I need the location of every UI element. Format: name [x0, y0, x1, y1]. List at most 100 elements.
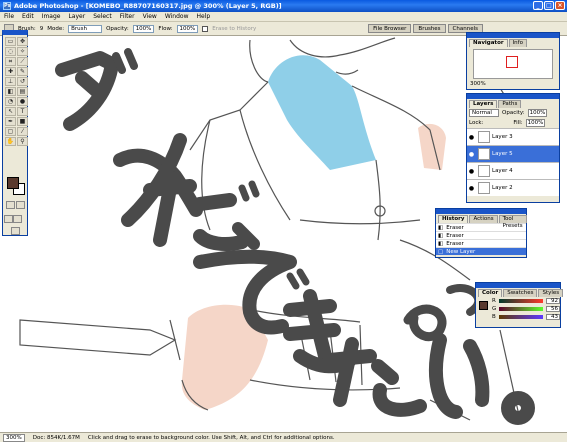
layer-name: Layer 2: [492, 185, 513, 191]
foreground-color-swatch[interactable]: [7, 177, 19, 189]
menu-select[interactable]: Select: [93, 13, 112, 20]
menu-image[interactable]: Image: [42, 13, 61, 20]
type-tool-icon[interactable]: T: [17, 107, 28, 116]
menu-window[interactable]: Window: [165, 13, 189, 20]
layers-panel: Layers Paths Normal Opacity: 100% Lock: …: [466, 93, 560, 203]
brush-tool-icon[interactable]: ✎: [17, 67, 28, 76]
red-slider[interactable]: R 92: [476, 297, 560, 305]
menu-layer[interactable]: Layer: [68, 13, 85, 20]
maximize-button[interactable]: □: [544, 1, 554, 10]
history-step[interactable]: ◧ Eraser: [436, 239, 526, 247]
eye-icon[interactable]: ●: [467, 134, 476, 141]
flow-field[interactable]: 100%: [176, 24, 199, 33]
layers-tabs: Layers Paths: [467, 99, 559, 108]
eye-icon[interactable]: ●: [467, 168, 476, 175]
tab-styles[interactable]: Styles: [538, 289, 564, 297]
blue-slider[interactable]: B 43: [476, 313, 560, 321]
status-zoom[interactable]: 300%: [3, 433, 25, 442]
move-tool-icon[interactable]: ✥: [17, 37, 28, 46]
navigator-panel: Navigator Info 300%: [466, 32, 560, 90]
green-slider[interactable]: G 56: [476, 305, 560, 313]
photoshop-icon: Ps: [3, 2, 11, 10]
fill-field[interactable]: 100%: [525, 119, 546, 127]
pen-tool-icon[interactable]: ✒: [5, 117, 16, 126]
layer-row[interactable]: ● Layer 2: [467, 179, 559, 196]
shape-tool-icon[interactable]: ■: [17, 117, 28, 126]
jump-to-imageready-icon[interactable]: [11, 227, 20, 235]
hand-tool-icon[interactable]: ✋: [5, 137, 16, 146]
tab-history[interactable]: History: [438, 215, 469, 223]
quick-mask-icon[interactable]: [16, 201, 25, 209]
navigator-zoom[interactable]: 300%: [467, 81, 559, 87]
layer-name: Layer 5: [492, 151, 513, 157]
layer-name: Layer 3: [492, 134, 513, 140]
color-fg-swatch[interactable]: [479, 301, 488, 310]
magic-wand-tool-icon[interactable]: ✧: [17, 47, 28, 56]
eraser-icon: ◧: [438, 240, 444, 247]
layer-name: Layer 4: [492, 168, 513, 174]
layer-thumbnail: [478, 165, 490, 177]
tab-tool-presets[interactable]: Tool Presets: [498, 215, 527, 229]
path-selection-tool-icon[interactable]: ↖: [5, 107, 16, 116]
blur-tool-icon[interactable]: ◔: [5, 97, 16, 106]
tab-actions[interactable]: Actions: [469, 215, 498, 223]
navigator-tabs: Navigator Info: [467, 38, 559, 47]
history-step-selected[interactable]: ▢ New Layer: [436, 247, 526, 255]
color-panel: Color Swatches Styles R 92 G 56 B 43: [475, 282, 564, 328]
layer-row-selected[interactable]: ● Layer 5: [467, 145, 559, 162]
crop-tool-icon[interactable]: ⌗: [5, 57, 16, 66]
tab-color[interactable]: Color: [478, 289, 503, 297]
zoom-tool-icon[interactable]: ⚲: [17, 137, 28, 146]
tab-paths[interactable]: Paths: [498, 100, 522, 108]
healing-brush-tool-icon[interactable]: ✚: [5, 67, 16, 76]
erase-to-history-checkbox[interactable]: [202, 25, 209, 32]
close-button[interactable]: ×: [555, 1, 565, 10]
layer-row[interactable]: ● Layer 3: [467, 128, 559, 145]
eye-icon[interactable]: ●: [467, 151, 476, 158]
tab-swatches[interactable]: Swatches: [503, 289, 538, 297]
gradient-tool-icon[interactable]: ▤: [17, 87, 28, 96]
window-title: Adobe Photoshop - [KOMEBO_R88707160317.j…: [14, 2, 282, 10]
erase-to-history-label: Erase to History: [212, 25, 257, 32]
layer-row[interactable]: ● Layer 4: [467, 162, 559, 179]
eyedropper-tool-icon[interactable]: ⁄: [17, 127, 28, 136]
tab-info[interactable]: Info: [508, 39, 527, 47]
history-brush-tool-icon[interactable]: ↺: [17, 77, 28, 86]
menu-edit[interactable]: Edit: [22, 13, 34, 20]
menu-view[interactable]: View: [143, 13, 157, 20]
marquee-tool-icon[interactable]: ▭: [5, 37, 16, 46]
blend-mode-select[interactable]: Normal: [469, 109, 499, 117]
navigator-view-box[interactable]: [506, 56, 518, 68]
slice-tool-icon[interactable]: ⟋: [17, 57, 28, 66]
color-tabs: Color Swatches Styles: [476, 288, 564, 297]
green-value[interactable]: 56: [546, 306, 560, 312]
clone-stamp-tool-icon[interactable]: ⊥: [5, 77, 16, 86]
menu-file[interactable]: File: [4, 13, 14, 20]
red-value[interactable]: 92: [546, 298, 560, 304]
menu-help[interactable]: Help: [197, 13, 211, 20]
brush-size[interactable]: 9: [40, 26, 44, 32]
minimize-button[interactable]: _: [533, 1, 543, 10]
eraser-tool-icon[interactable]: ◧: [5, 87, 16, 96]
screen-mode-2-icon[interactable]: [13, 215, 22, 223]
lasso-tool-icon[interactable]: ◌: [5, 47, 16, 56]
file-browser-tab[interactable]: File Browser: [368, 24, 412, 33]
dodge-tool-icon[interactable]: ●: [17, 97, 28, 106]
notes-tool-icon[interactable]: ▢: [5, 127, 16, 136]
window-controls: _ □ ×: [533, 1, 565, 10]
mode-select[interactable]: Brush: [68, 24, 103, 33]
layer-thumbnail: [478, 182, 490, 194]
screen-mode-1-icon[interactable]: [4, 215, 13, 223]
opacity-field[interactable]: 100%: [132, 24, 155, 33]
navigator-preview[interactable]: [473, 49, 553, 79]
status-doc-size[interactable]: Doc: 854K/1.67M: [33, 435, 80, 441]
blue-value[interactable]: 43: [546, 314, 560, 320]
brushes-tab[interactable]: Brushes: [413, 24, 446, 33]
menu-filter[interactable]: Filter: [120, 13, 135, 20]
tab-navigator[interactable]: Navigator: [469, 39, 508, 47]
layer-opacity-field[interactable]: 100%: [527, 109, 548, 117]
standard-mode-icon[interactable]: [6, 201, 15, 209]
tab-layers[interactable]: Layers: [469, 100, 498, 108]
eye-icon[interactable]: ●: [467, 185, 476, 192]
history-step[interactable]: ◧ Eraser: [436, 231, 526, 239]
